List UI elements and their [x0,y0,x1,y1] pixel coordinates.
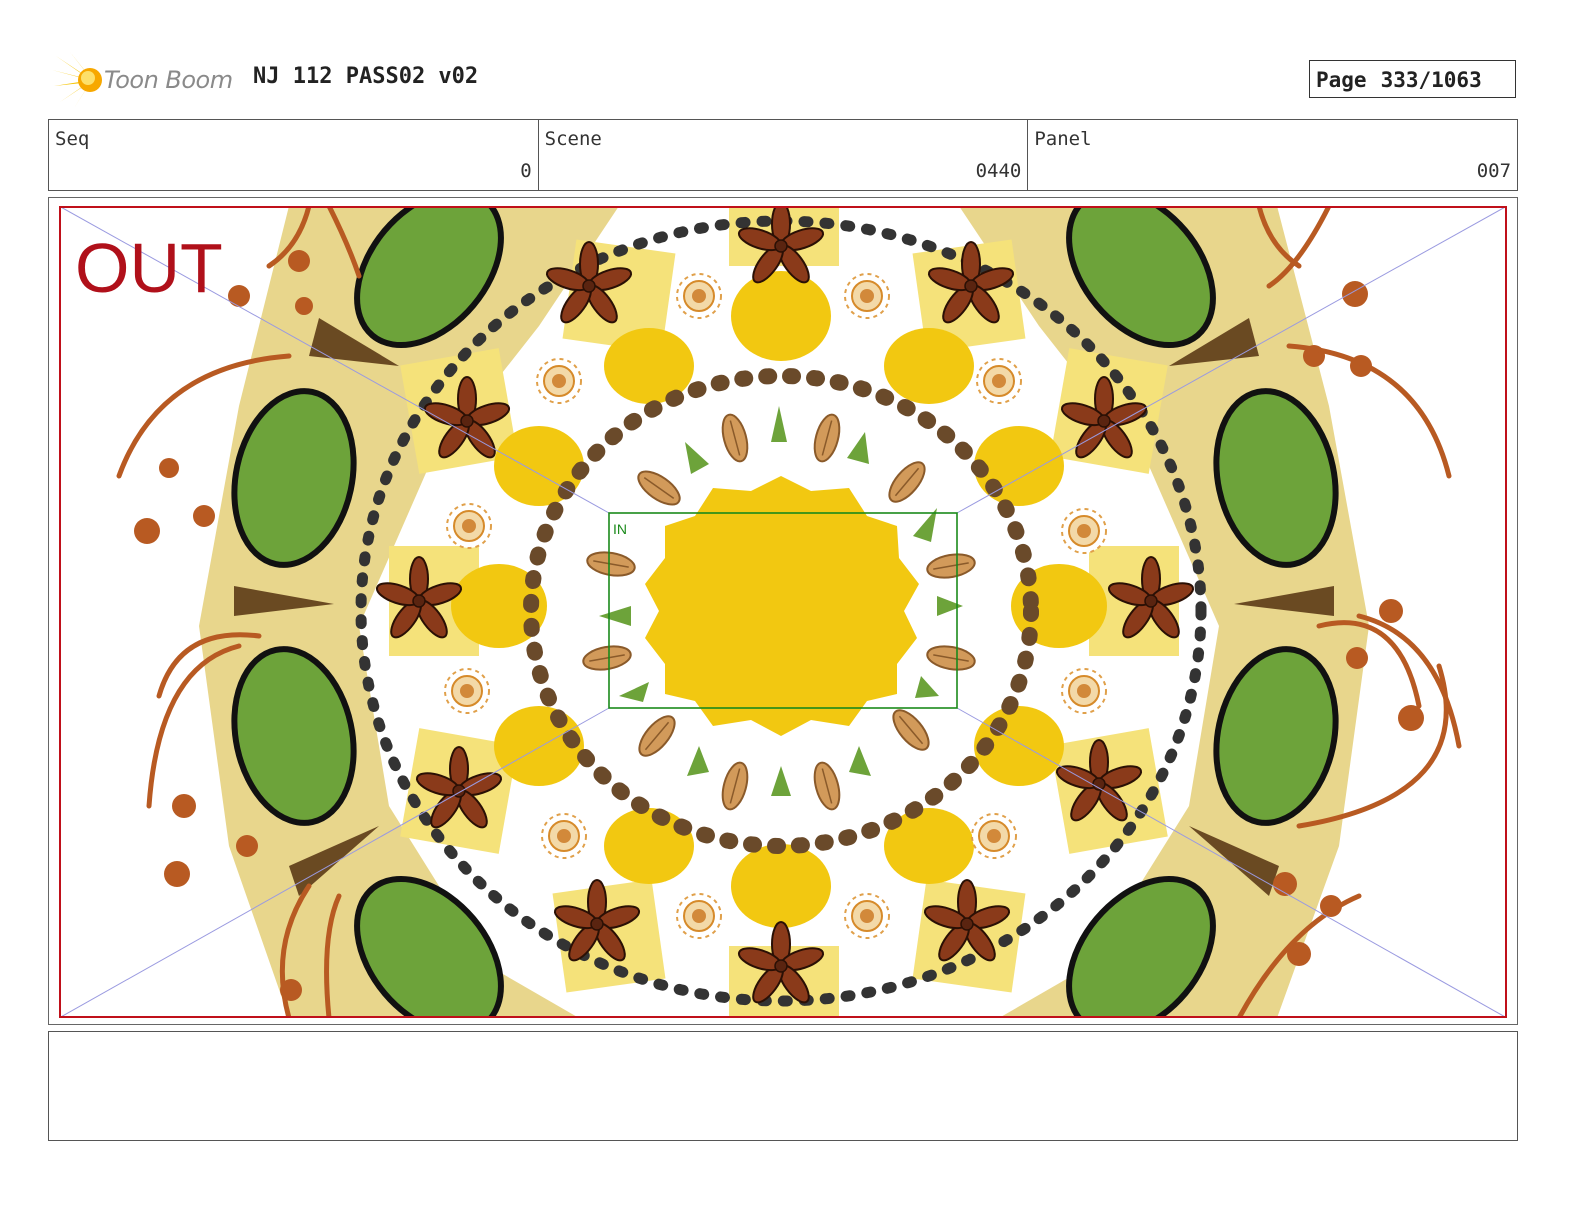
scene-cell: Scene 0440 [539,120,1029,190]
panel-cell: Panel 007 [1028,120,1517,190]
panel-value: 007 [1476,160,1512,182]
in-label: IN [613,521,627,537]
page-number: 333/1063 [1380,68,1482,92]
page-label: Page [1316,68,1367,92]
sun-icon [52,52,102,108]
out-label: OUT [75,229,223,307]
notes-box [48,1031,1518,1141]
scene-label: Scene [544,128,602,150]
seq-value: 0 [520,160,532,182]
panel-label: Panel [1034,128,1092,150]
scene-value: 0440 [975,160,1022,182]
seq-label: Seq [55,128,90,150]
page-counter: Page 333/1063 [1309,60,1516,98]
document-title: NJ 112 PASS02 v02 [253,64,479,89]
info-row: Seq 0 Scene 0440 Panel 007 [48,119,1518,191]
panel-artwork: IN OUT [59,206,1507,1018]
seq-cell: Seq 0 [49,120,539,190]
toon-boom-logo: Toon Boom [52,52,242,108]
logo-text: Toon Boom [104,66,233,94]
